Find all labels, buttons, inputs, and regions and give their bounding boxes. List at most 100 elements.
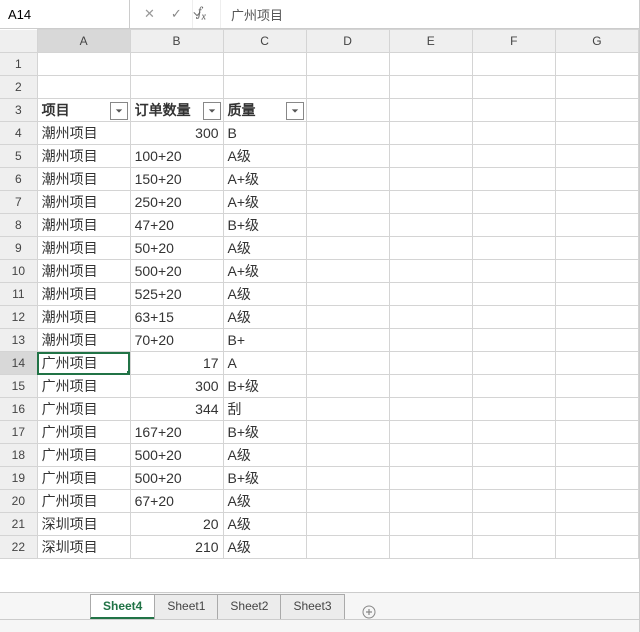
cell[interactable] — [555, 306, 638, 329]
cell[interactable]: 质量 — [223, 99, 306, 122]
cell[interactable]: B+级 — [223, 214, 306, 237]
cell[interactable] — [472, 237, 555, 260]
cell[interactable] — [389, 421, 472, 444]
cell[interactable] — [389, 536, 472, 559]
col-header-B[interactable]: B — [130, 30, 223, 53]
cell[interactable] — [389, 237, 472, 260]
cell[interactable]: A级 — [223, 145, 306, 168]
sheet-tab[interactable]: Sheet3 — [280, 594, 344, 619]
cell[interactable] — [306, 467, 389, 490]
cell[interactable] — [306, 53, 389, 76]
cell[interactable] — [555, 352, 638, 375]
cell[interactable]: B — [223, 122, 306, 145]
row-header[interactable]: 11 — [0, 283, 37, 306]
cell[interactable] — [555, 260, 638, 283]
sheet-tab[interactable]: Sheet2 — [217, 594, 281, 619]
cell[interactable] — [306, 398, 389, 421]
row-header[interactable]: 6 — [0, 168, 37, 191]
cell[interactable] — [472, 352, 555, 375]
cell[interactable] — [389, 53, 472, 76]
cell[interactable] — [130, 76, 223, 99]
cell[interactable] — [389, 444, 472, 467]
formula-input[interactable]: 广州项目 — [220, 0, 639, 28]
cell[interactable] — [223, 76, 306, 99]
filter-dropdown-icon[interactable] — [110, 102, 128, 120]
row-header[interactable]: 2 — [0, 76, 37, 99]
cell[interactable] — [389, 76, 472, 99]
cell[interactable] — [472, 260, 555, 283]
cell[interactable]: 250+20 — [130, 191, 223, 214]
filter-dropdown-icon[interactable] — [286, 102, 304, 120]
spreadsheet-grid[interactable]: ABCDEFG 123项目订单数量质量4潮州项目300B5潮州项目100+20A… — [0, 29, 639, 592]
row-header[interactable]: 9 — [0, 237, 37, 260]
cell[interactable]: 20 — [130, 513, 223, 536]
cell[interactable]: A — [223, 352, 306, 375]
cell[interactable]: 47+20 — [130, 214, 223, 237]
cell[interactable]: A级 — [223, 283, 306, 306]
confirm-icon[interactable]: ✓ — [171, 6, 182, 22]
cell[interactable] — [472, 398, 555, 421]
cell[interactable] — [555, 467, 638, 490]
cell[interactable]: B+级 — [223, 467, 306, 490]
cell[interactable] — [130, 53, 223, 76]
cell[interactable] — [306, 191, 389, 214]
row-header[interactable]: 21 — [0, 513, 37, 536]
cell[interactable] — [472, 513, 555, 536]
cell[interactable]: 100+20 — [130, 145, 223, 168]
cell[interactable] — [389, 513, 472, 536]
row-header[interactable]: 13 — [0, 329, 37, 352]
filter-dropdown-icon[interactable] — [203, 102, 221, 120]
name-box[interactable] — [0, 0, 130, 28]
cell[interactable]: 63+15 — [130, 306, 223, 329]
row-header[interactable]: 15 — [0, 375, 37, 398]
cell[interactable] — [472, 145, 555, 168]
cell[interactable] — [555, 168, 638, 191]
cell[interactable]: 订单数量 — [130, 99, 223, 122]
cell[interactable] — [472, 122, 555, 145]
cell[interactable] — [389, 306, 472, 329]
cell[interactable]: A级 — [223, 536, 306, 559]
col-header-E[interactable]: E — [389, 30, 472, 53]
cell[interactable]: 潮州项目 — [37, 122, 130, 145]
cell[interactable]: A级 — [223, 237, 306, 260]
cell[interactable] — [389, 283, 472, 306]
row-header[interactable]: 3 — [0, 99, 37, 122]
cell[interactable] — [472, 191, 555, 214]
cell[interactable] — [389, 375, 472, 398]
row-header[interactable]: 7 — [0, 191, 37, 214]
cell[interactable]: 潮州项目 — [37, 306, 130, 329]
cell[interactable]: 150+20 — [130, 168, 223, 191]
row-header[interactable]: 1 — [0, 53, 37, 76]
cell[interactable] — [306, 421, 389, 444]
cell[interactable]: 刮 — [223, 398, 306, 421]
cell[interactable]: 广州项目 — [37, 467, 130, 490]
cell[interactable] — [306, 375, 389, 398]
row-header[interactable]: 19 — [0, 467, 37, 490]
cell[interactable] — [472, 421, 555, 444]
cell[interactable] — [306, 490, 389, 513]
cell[interactable]: 67+20 — [130, 490, 223, 513]
cell[interactable] — [472, 467, 555, 490]
cell[interactable] — [389, 352, 472, 375]
cell[interactable] — [306, 536, 389, 559]
cell[interactable] — [37, 76, 130, 99]
cell[interactable] — [555, 122, 638, 145]
cell[interactable] — [389, 260, 472, 283]
cell[interactable]: 项目 — [37, 99, 130, 122]
cell[interactable]: 广州项目 — [37, 421, 130, 444]
cell[interactable] — [555, 53, 638, 76]
cell[interactable] — [306, 444, 389, 467]
col-header-D[interactable]: D — [306, 30, 389, 53]
cell[interactable] — [306, 145, 389, 168]
row-header[interactable]: 18 — [0, 444, 37, 467]
cell[interactable] — [555, 490, 638, 513]
cell[interactable] — [389, 490, 472, 513]
cell[interactable]: 深圳项目 — [37, 536, 130, 559]
cell[interactable]: A级 — [223, 513, 306, 536]
cell[interactable] — [306, 122, 389, 145]
cell[interactable] — [555, 214, 638, 237]
row-header[interactable]: 22 — [0, 536, 37, 559]
cell[interactable] — [555, 398, 638, 421]
row-header[interactable]: 20 — [0, 490, 37, 513]
cell[interactable] — [472, 490, 555, 513]
